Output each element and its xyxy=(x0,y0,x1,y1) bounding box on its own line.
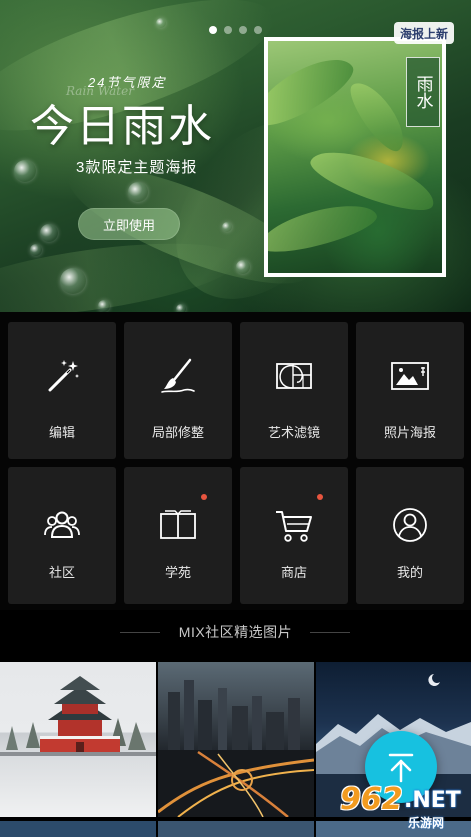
watermark-sub: 乐游网 xyxy=(408,816,445,830)
cart-icon xyxy=(276,511,312,542)
tool-grid: 编辑 局部修整 艺术滤镜 照片海报 社区 学苑 商店 我的 xyxy=(0,312,471,610)
section-title: MIX社区精选图片 xyxy=(178,624,293,640)
community-photo-2[interactable] xyxy=(158,662,314,817)
carousel-dot-3[interactable] xyxy=(239,26,247,34)
watermark-domain: .NET xyxy=(404,788,461,813)
section-divider-right xyxy=(310,632,350,633)
banner-description: 3款限定主题海报 xyxy=(76,159,198,176)
city-night-image xyxy=(158,680,314,817)
tool-local-retouch[interactable]: 局部修整 xyxy=(124,322,232,459)
brush-icon xyxy=(161,358,195,393)
tool-label: 局部修整 xyxy=(151,425,204,440)
tool-profile[interactable]: 我的 xyxy=(356,467,464,604)
poster-preview[interactable]: 雨水 xyxy=(264,37,446,277)
arrow-up-icon xyxy=(388,753,414,783)
watermark-number: 962 xyxy=(340,782,403,817)
community-icon xyxy=(44,511,80,538)
community-photo-4[interactable] xyxy=(0,821,156,837)
poster-image: 雨水 xyxy=(268,41,442,273)
tool-store[interactable]: 商店 xyxy=(240,467,348,604)
tool-label: 学苑 xyxy=(164,565,191,580)
tool-label: 艺术滤镜 xyxy=(267,425,320,440)
banner-title: 今日雨水 xyxy=(30,101,214,152)
site-watermark: 962 .NET 乐游网 xyxy=(336,782,468,832)
tool-art-filter[interactable]: 艺术滤镜 xyxy=(240,322,348,459)
store-new-dot xyxy=(317,494,323,500)
snow-temple-image xyxy=(0,676,156,756)
tool-community[interactable]: 社区 xyxy=(8,467,116,604)
tool-academy[interactable]: 学苑 xyxy=(124,467,232,604)
carousel-dot-4[interactable] xyxy=(254,26,262,34)
academy-new-dot xyxy=(201,494,207,500)
tool-label: 编辑 xyxy=(48,425,75,440)
tool-label: 社区 xyxy=(48,565,75,580)
community-photo-5[interactable] xyxy=(158,821,314,837)
community-photo-1[interactable] xyxy=(0,662,156,817)
tool-label: 我的 xyxy=(396,565,423,580)
profile-icon xyxy=(393,508,427,542)
carousel-dot-1[interactable] xyxy=(209,26,217,34)
tool-photo-poster[interactable]: 照片海报 xyxy=(356,322,464,459)
tool-label: 照片海报 xyxy=(383,425,436,440)
carousel-indicator[interactable] xyxy=(209,26,262,34)
tool-label: 商店 xyxy=(280,565,307,580)
new-poster-badge: 海报上新 xyxy=(394,22,455,44)
use-now-button[interactable]: 立即使用 xyxy=(78,208,180,240)
promo-banner[interactable]: 24节气限定 Rain Water 今日雨水 3款限定主题海报 立即使用 雨水 … xyxy=(0,0,471,312)
golden-ratio-icon xyxy=(276,363,312,389)
book-icon xyxy=(160,510,196,539)
tool-edit[interactable]: 编辑 xyxy=(8,322,116,459)
poster-seal: 雨水 xyxy=(406,57,440,127)
magic-wand-icon xyxy=(48,360,79,392)
carousel-dot-2[interactable] xyxy=(224,26,232,34)
photo-poster-icon xyxy=(391,362,429,390)
